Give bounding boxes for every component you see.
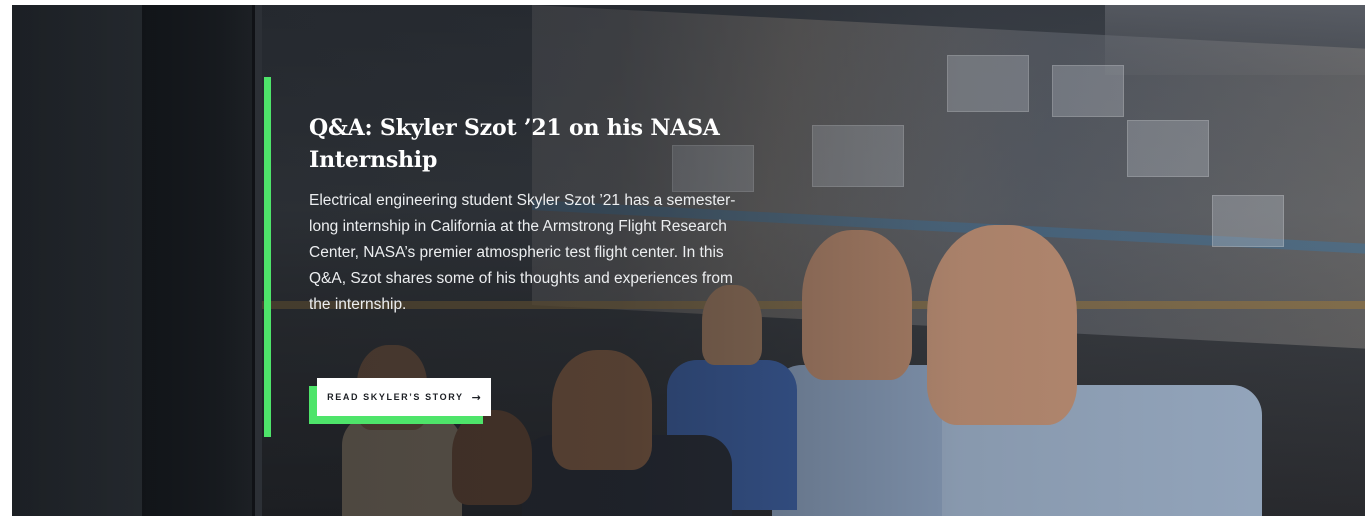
story-title: Q&A: Skyler Szot ’21 on his NASA Interns…: [309, 115, 720, 173]
arrow-right-icon: →: [471, 390, 481, 404]
read-story-label: READ SKYLER’S STORY: [327, 392, 464, 402]
hero-content: Q&A: Skyler Szot ’21 on his NASA Interns…: [309, 112, 739, 318]
read-story-button[interactable]: READ SKYLER’S STORY →: [317, 378, 491, 416]
accent-bar: [264, 77, 271, 437]
read-story-button-wrap: READ SKYLER’S STORY →: [309, 378, 493, 424]
story-description: Electrical engineering student Skyler Sz…: [309, 192, 736, 313]
